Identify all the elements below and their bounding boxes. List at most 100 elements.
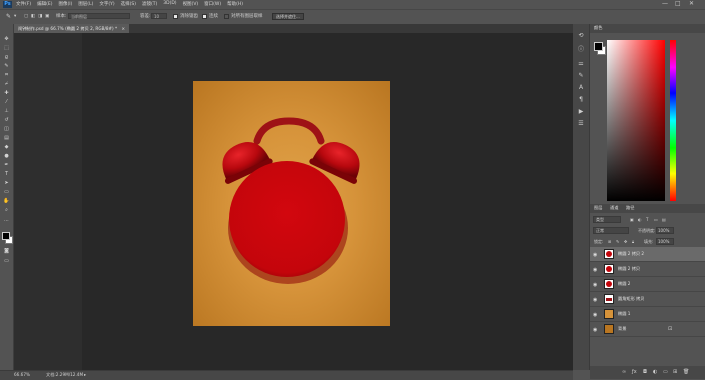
zoom-level[interactable]: 66.67% <box>14 372 30 377</box>
zoom-tool-icon[interactable]: ⌕ <box>3 207 10 213</box>
shape-tool-icon[interactable]: ▭ <box>3 189 10 195</box>
status-arrow-icon[interactable]: ▸ <box>84 372 86 377</box>
info-icon[interactable]: ⓘ <box>577 46 585 54</box>
layer-row-selected[interactable]: ◉ 椭圆 2 拷贝 2 <box>590 247 705 262</box>
menu-3d[interactable]: 3D(D) <box>163 1 176 7</box>
lock-pixels-icon[interactable]: ⊞ <box>608 239 611 244</box>
filter-smart-icon[interactable]: ▤ <box>662 217 666 222</box>
color-picker-field[interactable] <box>607 40 665 201</box>
blur-tool-icon[interactable]: ◆ <box>3 144 10 150</box>
visibility-eye-icon[interactable]: ◉ <box>593 282 597 288</box>
gradient-tool-icon[interactable]: ▤ <box>3 135 10 141</box>
visibility-eye-icon[interactable]: ◉ <box>593 252 597 258</box>
layer-row[interactable]: ◉ 椭圆 2 拷贝 <box>590 262 705 277</box>
hand-tool-icon[interactable]: ✋ <box>3 198 10 204</box>
visibility-eye-icon[interactable]: ◉ <box>593 267 597 273</box>
delete-layer-icon[interactable]: 🗑︎ <box>683 369 689 375</box>
dodge-tool-icon[interactable]: ● <box>3 153 10 159</box>
maximize-button[interactable]: □ <box>675 0 681 7</box>
menu-type[interactable]: 文字(Y) <box>99 1 114 7</box>
new-group-icon[interactable]: ▭ <box>663 369 668 375</box>
panel-foreground-swatch[interactable] <box>594 42 603 51</box>
menu-layer[interactable]: 图层(L) <box>78 1 93 7</box>
quick-mask-icon[interactable]: ◙ <box>3 248 10 254</box>
menu-image[interactable]: 图像(I) <box>58 1 72 7</box>
tab-paths[interactable]: 路径 <box>626 205 634 211</box>
visibility-eye-icon[interactable]: ◉ <box>593 297 597 303</box>
menu-window[interactable]: 窗口(W) <box>204 1 221 7</box>
lock-position-icon[interactable]: ✥ <box>624 239 627 244</box>
clone-stamp-tool-icon[interactable]: ⊥ <box>3 108 10 114</box>
layer-name[interactable]: 背景 <box>618 326 626 332</box>
menu-filter[interactable]: 滤镜(T) <box>142 1 157 7</box>
filter-shape-icon[interactable]: ▭ <box>654 217 658 222</box>
filter-type-icon[interactable]: T <box>646 217 648 222</box>
menu-select[interactable]: 选择(S) <box>121 1 136 7</box>
minimize-button[interactable]: — <box>662 0 668 7</box>
tab-channels[interactable]: 通道 <box>610 205 618 211</box>
layer-style-icon[interactable]: ƒx <box>632 369 637 375</box>
intersect-selection-icon[interactable]: ▣ <box>45 13 49 20</box>
color-panel-title[interactable]: 颜色 <box>594 25 602 31</box>
add-selection-icon[interactable]: ◧ <box>31 13 35 20</box>
layer-name[interactable]: 圆角矩形 拷贝 <box>618 296 644 302</box>
paragraph-icon[interactable]: ¶ <box>577 96 585 104</box>
lasso-tool-icon[interactable]: ϱ <box>3 54 10 60</box>
hue-slider[interactable] <box>670 40 676 201</box>
antialias-checkbox[interactable] <box>173 14 178 19</box>
pen-tool-icon[interactable]: ✒ <box>3 162 10 168</box>
brush-settings-icon[interactable]: ✎ <box>577 72 585 80</box>
document-canvas[interactable] <box>193 81 390 326</box>
link-layers-icon[interactable]: ∞ <box>622 369 626 375</box>
eyedropper-tool-icon[interactable]: ⌿ <box>3 81 10 87</box>
filter-adjust-icon[interactable]: ◐ <box>638 217 642 222</box>
path-selection-tool-icon[interactable]: ➤ <box>3 180 10 186</box>
adjust-icon[interactable]: ⚌ <box>577 60 585 68</box>
actions-icon[interactable]: ▶ <box>577 108 585 116</box>
layer-name[interactable]: 椭圆 1 <box>618 311 630 317</box>
menu-file[interactable]: 文件(F) <box>16 1 31 7</box>
more-tools-icon[interactable]: ⋯ <box>3 218 10 224</box>
visibility-eye-icon[interactable]: ◉ <box>593 312 597 318</box>
screen-mode-icon[interactable]: ▭ <box>3 258 10 264</box>
close-tab-icon[interactable]: × <box>121 26 125 31</box>
history-brush-tool-icon[interactable]: ↺ <box>3 117 10 123</box>
layer-row[interactable]: ◉ 椭圆 2 <box>590 277 705 292</box>
brush-tool-icon[interactable]: ⁄ <box>3 99 10 105</box>
new-selection-icon[interactable]: ▢ <box>24 13 28 20</box>
visibility-eye-icon[interactable]: ◉ <box>593 327 597 333</box>
magic-wand-tool-icon[interactable]: ✎ <box>3 63 10 69</box>
foreground-color-swatch[interactable] <box>2 232 10 240</box>
healing-brush-tool-icon[interactable]: ✚ <box>3 90 10 96</box>
lock-paint-icon[interactable]: ✎ <box>616 239 619 244</box>
filter-pixel-icon[interactable]: ▣ <box>630 217 634 222</box>
adjustment-layer-icon[interactable]: ◐ <box>653 369 657 375</box>
magic-wand-icon[interactable]: ✎ <box>6 13 11 20</box>
subtract-selection-icon[interactable]: ◨ <box>38 13 42 20</box>
document-tab[interactable]: 闹钟制作.psd @ 66.7% (椭圆 2 拷贝 2, RGB/8#) * × <box>14 24 129 33</box>
character-icon[interactable]: A <box>577 84 585 92</box>
menu-edit[interactable]: 编辑(E) <box>37 1 52 7</box>
type-tool-icon[interactable]: T <box>3 171 10 177</box>
crop-tool-icon[interactable]: ⌗ <box>3 72 10 78</box>
menu-help[interactable]: 帮助(H) <box>227 1 243 7</box>
tolerance-input[interactable]: 10 <box>151 13 167 19</box>
layer-row[interactable]: ◉ 圆角矩形 拷贝 <box>590 292 705 307</box>
layer-row[interactable]: ◉ 椭圆 1 <box>590 307 705 322</box>
sample-all-layers-checkbox[interactable] <box>224 14 229 19</box>
select-and-mask-button[interactable]: 选择并遮住... <box>272 13 304 20</box>
add-mask-icon[interactable]: ◘ <box>643 369 647 375</box>
layer-name[interactable]: 椭圆 2 <box>618 281 630 287</box>
new-layer-icon[interactable]: ⊞ <box>673 369 677 375</box>
contiguous-checkbox[interactable] <box>202 14 207 19</box>
tool-preset-chevron-icon[interactable]: ▾ <box>14 13 16 20</box>
layer-row[interactable]: ◉ 背景 ⊡ <box>590 322 705 337</box>
properties-icon[interactable]: ☰ <box>577 120 585 128</box>
tab-layers[interactable]: 图层 <box>594 205 602 211</box>
marquee-tool-icon[interactable]: ⬚ <box>3 45 10 51</box>
history-icon[interactable]: ⟲ <box>577 32 585 40</box>
move-tool-icon[interactable]: ✥ <box>3 36 10 42</box>
layer-name[interactable]: 椭圆 2 拷贝 2 <box>618 251 644 257</box>
eraser-tool-icon[interactable]: ◫ <box>3 126 10 132</box>
lock-all-icon[interactable]: 🔒︎ <box>632 239 634 244</box>
